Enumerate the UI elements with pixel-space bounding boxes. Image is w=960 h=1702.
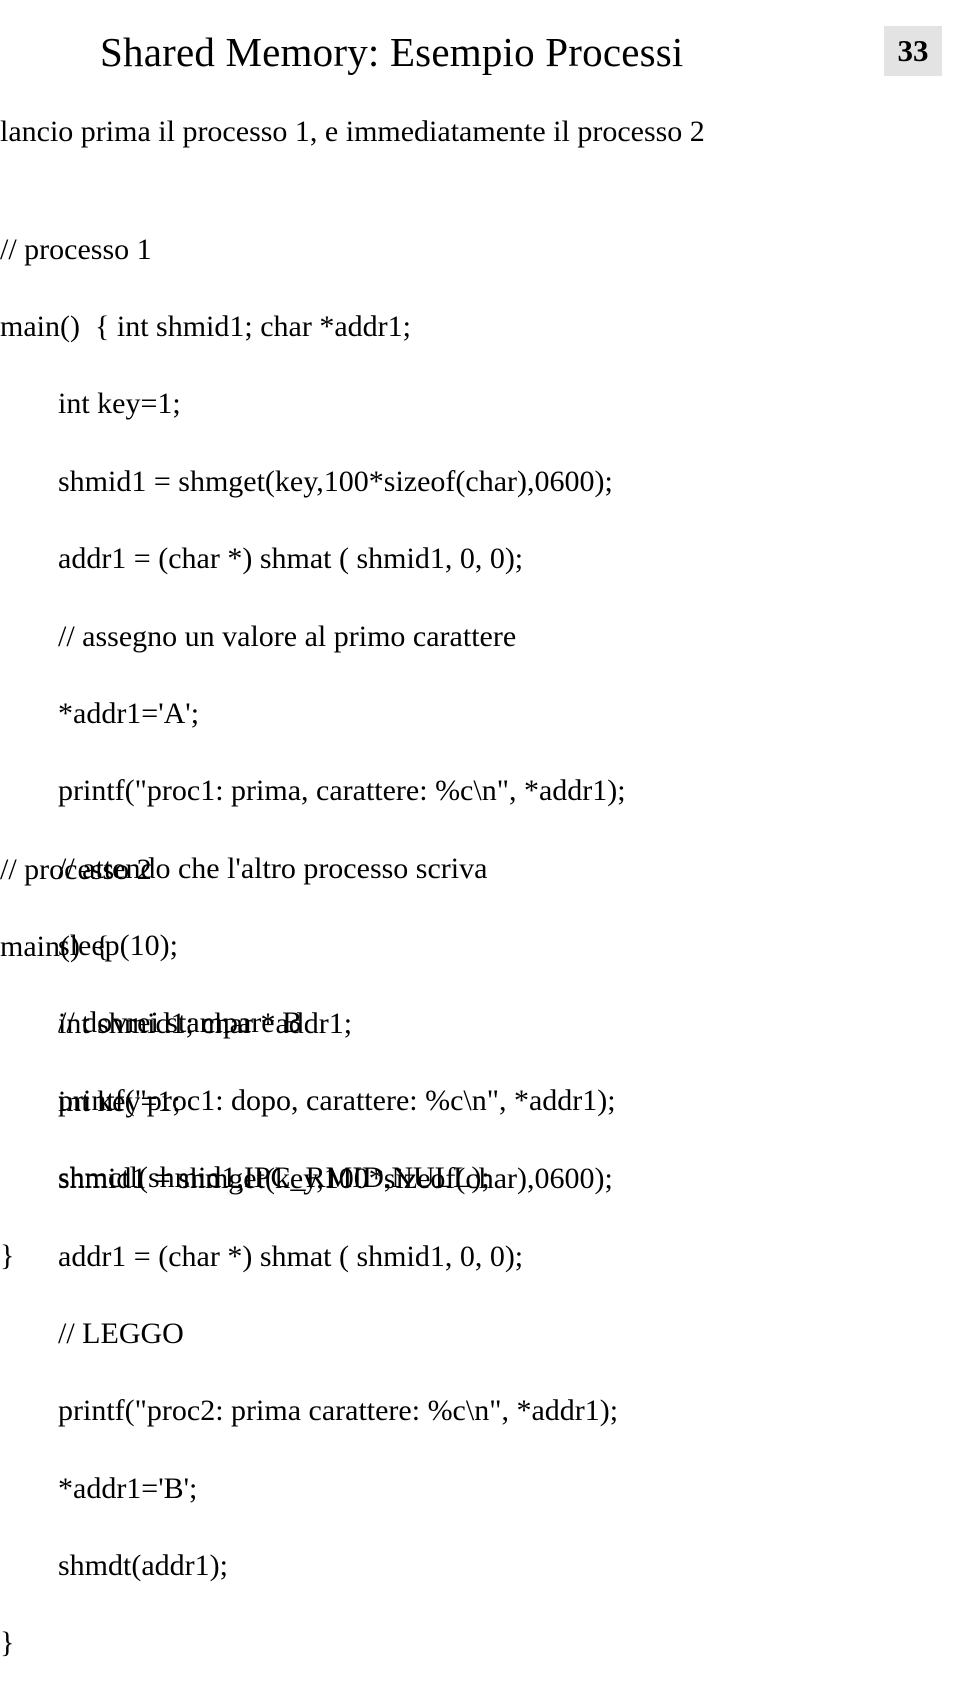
code-line: main() { int shmid1; char *addr1; <box>0 308 626 347</box>
code-line: *addr1='A'; <box>0 695 626 734</box>
page-title: Shared Memory: Esempio Processi <box>100 28 684 76</box>
code-line: shmdt(addr1); <box>0 1547 618 1586</box>
code-line: printf("proc2: prima carattere: %c\n", *… <box>0 1392 618 1431</box>
code-line: // processo 1 <box>0 231 626 270</box>
code-line: shmid1 = shmget(key,100*sizeof(char),060… <box>0 463 626 502</box>
code-line: printf("proc1: prima, carattere: %c\n", … <box>0 772 626 811</box>
code-line: // LEGGO <box>0 1315 618 1354</box>
code-line: int key=1; <box>0 1083 618 1122</box>
code-line: // assegno un valore al primo carattere <box>0 618 626 657</box>
code-line: main() { <box>0 928 618 967</box>
code-line: *addr1='B'; <box>0 1470 618 1509</box>
code-line: addr1 = (char *) shmat ( shmid1, 0, 0); <box>0 1238 618 1277</box>
code-line: shmid1 = shmget(key,100*sizeof(char),060… <box>0 1160 618 1199</box>
code-block-process-2: // processo 2 main() { int shmid1; char … <box>0 812 618 1702</box>
code-line: int key=1; <box>0 385 626 424</box>
code-line: int shmid1; char *addr1; <box>0 1005 618 1044</box>
code-line: // processo 2 <box>0 851 618 890</box>
code-line: addr1 = (char *) shmat ( shmid1, 0, 0); <box>0 540 626 579</box>
intro-text: lancio prima il processo 1, e immediatam… <box>0 115 705 149</box>
page-number: 33 <box>884 26 942 76</box>
code-line: } <box>0 1624 618 1663</box>
